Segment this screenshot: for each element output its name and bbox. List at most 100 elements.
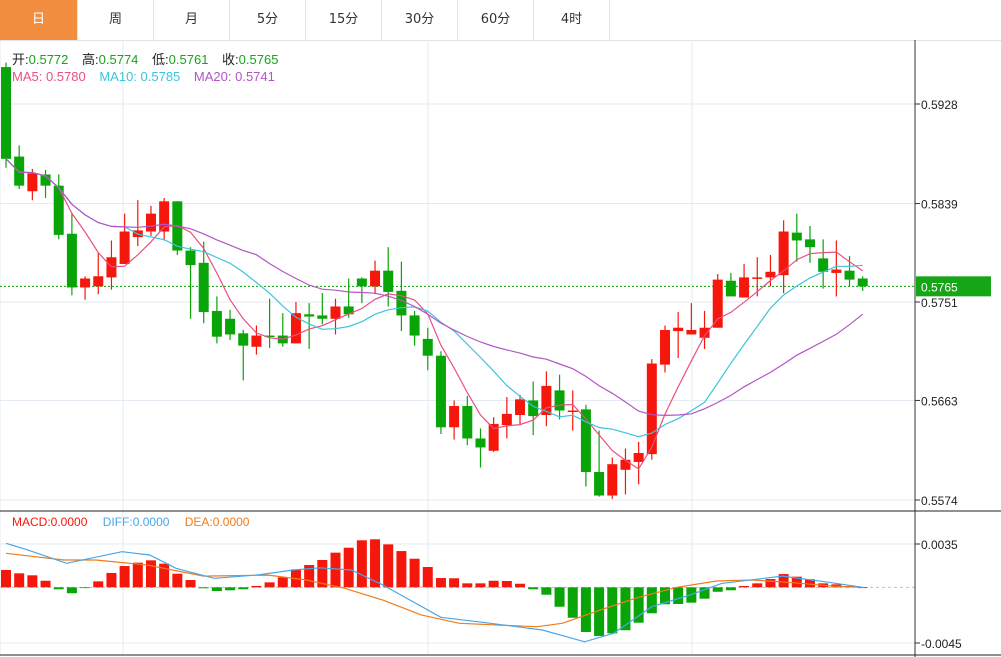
candle (264, 298, 275, 348)
candle-body (27, 173, 38, 192)
candle-body (343, 306, 354, 315)
candle-body (501, 413, 512, 426)
candle (409, 310, 420, 346)
candle-body (712, 279, 723, 328)
candle (752, 257, 763, 297)
macd-bar (475, 583, 486, 588)
macd-bar (620, 587, 631, 631)
candle-body (119, 231, 130, 264)
macd-value: MACD:0.0000 (12, 515, 88, 529)
candle (40, 170, 51, 198)
candle-body (686, 329, 697, 335)
candle (739, 263, 750, 298)
macd-bar (14, 573, 25, 588)
macd-bar (277, 577, 288, 588)
macd-panel (0, 539, 915, 643)
candle-body (594, 472, 605, 496)
macd-bar (119, 566, 130, 588)
macd-bar (106, 572, 117, 588)
candle-body (818, 258, 829, 272)
macd-bar (264, 582, 275, 588)
candle (132, 200, 143, 247)
candle-body (567, 410, 578, 413)
candle (277, 313, 288, 347)
candle (541, 371, 552, 427)
dea-value: DEA:0.0000 (184, 515, 250, 529)
open-label: 开: (12, 52, 29, 67)
ma20-value: MA20: 0.5741 (193, 69, 275, 84)
candle-body (66, 233, 77, 288)
candle (791, 213, 802, 262)
close-label: 收: (222, 52, 239, 67)
macd-bar (132, 562, 143, 588)
macd-bar (356, 540, 367, 588)
candle (646, 359, 657, 460)
macd-bar (449, 578, 460, 588)
candle (673, 312, 684, 358)
candle-body (857, 278, 868, 287)
candle (304, 303, 315, 349)
ma-legend: MA5: 0.5780 MA10: 0.5785 MA20: 0.5741 (12, 69, 285, 84)
candle-body (633, 453, 644, 462)
candle-body (673, 327, 684, 332)
macd-bar (343, 547, 354, 588)
candle (290, 302, 301, 344)
y-tick-label: 0.5751 (921, 296, 958, 310)
ohlc-legend: 开:0.5772 高:0.5774 低:0.5761 收:0.5765 (12, 49, 288, 68)
candle-body (515, 399, 526, 415)
candle (580, 404, 591, 487)
candle (620, 448, 631, 495)
candle-body (317, 315, 328, 319)
candle (554, 374, 565, 420)
candle (185, 247, 196, 319)
macd-bar (712, 587, 723, 592)
macd-bar (1, 569, 11, 588)
candle-body (475, 438, 486, 448)
candle (317, 293, 328, 325)
candle-body (225, 318, 236, 335)
candle (159, 197, 170, 241)
candle (462, 395, 473, 446)
macd-bar (435, 578, 446, 588)
candle (501, 397, 512, 439)
candle (343, 278, 354, 318)
candle-body (330, 306, 341, 319)
macd-bar (725, 587, 736, 591)
candle (435, 351, 446, 434)
candle (594, 430, 605, 497)
candle-body (409, 315, 420, 336)
macd-bar (409, 558, 420, 588)
candle-body (752, 277, 763, 279)
candle (725, 272, 736, 297)
last-price-label: 0.5765 (921, 280, 958, 294)
macd-bar (765, 579, 776, 588)
candle-body (396, 290, 407, 316)
candle (106, 240, 117, 290)
macd-bar (185, 580, 196, 588)
candle-body (422, 338, 433, 356)
candle (488, 417, 499, 452)
macd-bar (462, 583, 473, 588)
candle-body (238, 333, 249, 346)
macd-bar (541, 587, 552, 595)
macd-bar (53, 587, 64, 590)
candle-body (80, 278, 91, 288)
macd-bar (66, 587, 77, 594)
macd-legend: MACD:0.0000 DIFF:0.0000 DEA:0.0000 (12, 515, 261, 529)
candle-body (646, 363, 657, 455)
candle-body (462, 406, 473, 439)
macd-bar (40, 580, 51, 588)
macd-bar (93, 581, 104, 588)
candle-body (145, 213, 156, 232)
kline-chart[interactable]: 0.5928 0.5839 0.5751 0.5663 0.5574 0.0035 -0.0… (0, 0, 1001, 657)
candle-body (804, 239, 815, 248)
y-tick-label: 0.5839 (921, 198, 958, 212)
candle (660, 325, 670, 373)
candle-body (1, 67, 11, 159)
macd-bar (225, 587, 236, 591)
macd-bar (739, 585, 750, 588)
candle (422, 327, 433, 371)
candle-body (356, 278, 367, 287)
candle (475, 428, 486, 468)
diff-value: DIFF:0.0000 (102, 515, 170, 529)
